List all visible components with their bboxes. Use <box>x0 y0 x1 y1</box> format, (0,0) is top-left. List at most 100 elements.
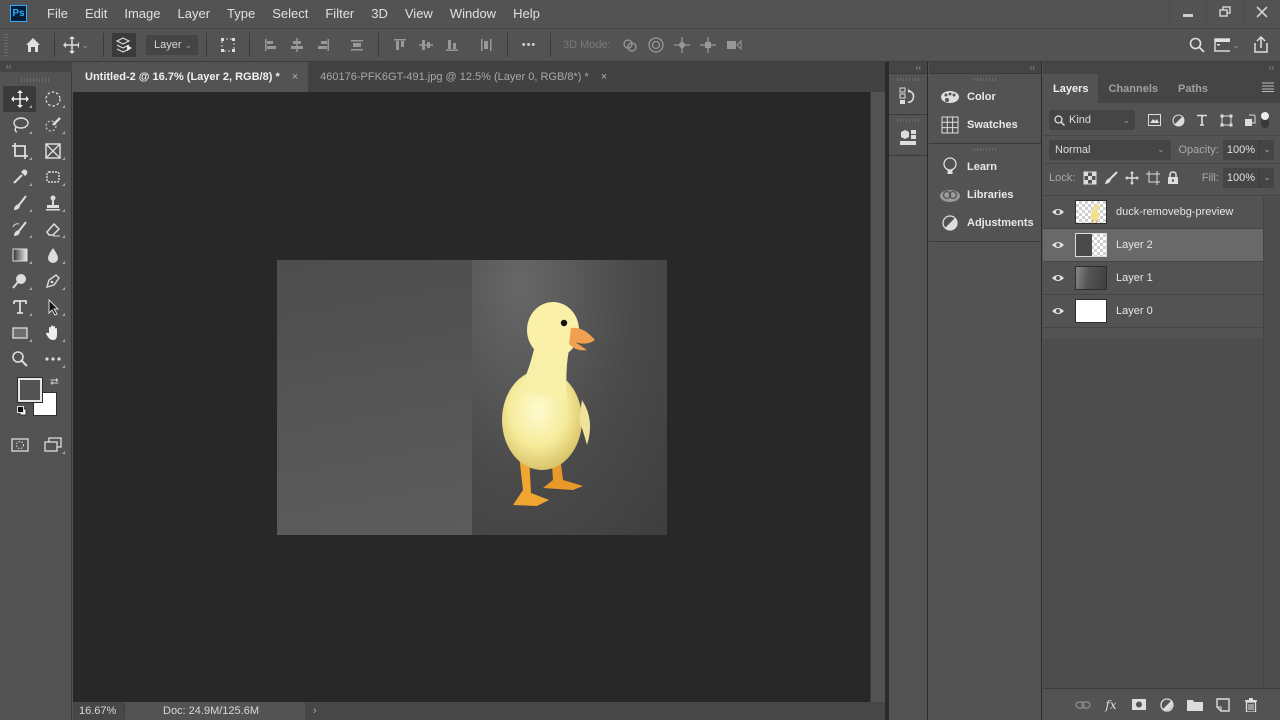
layers-list-empty-area[interactable] <box>1043 338 1263 688</box>
toolbar-grip[interactable] <box>20 78 51 82</box>
canvas-area[interactable] <box>73 92 870 702</box>
tab-paths[interactable]: Paths <box>1168 74 1218 103</box>
menu-help[interactable]: Help <box>513 6 540 21</box>
3d-orbit-button[interactable] <box>617 32 643 58</box>
edit-toolbar-button[interactable] <box>36 346 69 372</box>
layers-scrollbar[interactable] <box>1263 197 1280 717</box>
home-button[interactable] <box>20 32 46 58</box>
frame-tool[interactable] <box>36 138 69 164</box>
zoom-tool[interactable] <box>3 346 36 372</box>
minimize-button[interactable] <box>1169 0 1206 24</box>
swatches-panel-button[interactable]: Swatches <box>929 111 1041 139</box>
tab-460176-jpg[interactable]: 460176-PFK6GT-491.jpg @ 12.5% (Layer 0, … <box>308 62 617 92</box>
clone-stamp-tool[interactable] <box>36 190 69 216</box>
new-adjustment-layer-button[interactable] <box>1157 697 1177 712</box>
history-panel-button[interactable] <box>889 74 927 115</box>
tab-untitled-2[interactable]: Untitled-2 @ 16.7% (Layer 2, RGB/8) * × <box>73 62 309 92</box>
menu-image[interactable]: Image <box>124 6 160 21</box>
brush-tool[interactable] <box>3 190 36 216</box>
tab-layers[interactable]: Layers <box>1043 74 1099 103</box>
move-tool-preset-button[interactable]: ⌄ <box>63 32 89 58</box>
layer-row-layer-0[interactable]: Layer 0 <box>1043 295 1263 328</box>
eraser-tool[interactable] <box>36 216 69 242</box>
layer-style-button[interactable]: fx <box>1101 698 1121 712</box>
panel-collapse-button[interactable]: ›› <box>1043 62 1280 74</box>
lock-image-pixels-button[interactable] <box>1104 170 1119 185</box>
learn-panel-button[interactable]: Learn <box>929 153 1041 181</box>
options-bar-grip[interactable] <box>4 34 8 56</box>
toolbar-collapse-button[interactable]: ‹‹ <box>0 62 72 72</box>
menu-edit[interactable]: Edit <box>85 6 107 21</box>
menu-view[interactable]: View <box>405 6 433 21</box>
filter-type-layers-button[interactable] <box>1193 114 1211 127</box>
align-right-button[interactable] <box>310 32 336 58</box>
distribute-vertical-button[interactable] <box>344 32 370 58</box>
delete-layer-button[interactable] <box>1241 697 1261 712</box>
blend-mode-dropdown[interactable]: Normal ⌄ <box>1049 139 1171 160</box>
panel-menu-icon[interactable] <box>1262 82 1274 92</box>
lasso-tool[interactable] <box>3 112 36 138</box>
layer-row-layer-1[interactable]: Layer 1 <box>1043 262 1263 295</box>
align-bottom-button[interactable] <box>439 32 465 58</box>
pen-tool[interactable] <box>36 268 69 294</box>
quick-selection-tool[interactable] <box>36 112 69 138</box>
close-tab-icon[interactable]: × <box>601 71 607 83</box>
align-left-button[interactable] <box>258 32 284 58</box>
swap-colors-icon[interactable]: ⮂ <box>50 376 59 389</box>
more-options-button[interactable]: ••• <box>516 32 542 58</box>
status-menu-arrow[interactable]: › <box>305 705 317 717</box>
3d-roll-button[interactable] <box>643 32 669 58</box>
opacity-value[interactable]: 100% <box>1223 139 1260 160</box>
default-colors-icon[interactable] <box>17 406 27 416</box>
visibility-eye-icon[interactable] <box>1043 240 1073 250</box>
gradient-tool[interactable] <box>3 242 36 268</box>
search-button[interactable] <box>1184 32 1210 58</box>
zoom-level-field[interactable]: 16.67% <box>73 705 125 717</box>
lock-artboard-button[interactable] <box>1146 170 1161 185</box>
new-group-button[interactable] <box>1185 699 1205 711</box>
blur-tool[interactable] <box>36 242 69 268</box>
rectangle-tool[interactable] <box>3 320 36 346</box>
fill-value[interactable]: 100% <box>1223 167 1260 188</box>
screen-mode-button[interactable] <box>36 432 69 458</box>
share-button[interactable] <box>1248 32 1274 58</box>
dodge-tool[interactable] <box>3 268 36 294</box>
path-selection-tool[interactable] <box>36 294 69 320</box>
distribute-horizontal-button[interactable] <box>473 32 499 58</box>
menu-file[interactable]: File <box>47 6 68 21</box>
spot-healing-tool[interactable] <box>36 164 69 190</box>
quick-mask-button[interactable] <box>3 432 36 458</box>
libraries-panel-button[interactable]: Libraries <box>929 181 1041 209</box>
lock-transparent-pixels-button[interactable] <box>1083 171 1097 185</box>
show-transform-controls-button[interactable] <box>215 32 241 58</box>
color-panel-button[interactable]: Color <box>929 83 1041 111</box>
photoshop-logo[interactable]: Ps <box>10 5 27 22</box>
close-button[interactable] <box>1243 0 1280 24</box>
move-tool[interactable] <box>3 86 36 112</box>
filter-adjustment-layers-button[interactable] <box>1169 114 1187 127</box>
document-canvas[interactable] <box>277 260 667 535</box>
align-top-button[interactable] <box>387 32 413 58</box>
visibility-eye-icon[interactable] <box>1043 306 1073 316</box>
foreground-color-swatch[interactable] <box>17 377 43 403</box>
filter-pixel-layers-button[interactable] <box>1145 113 1163 127</box>
3d-scale-button[interactable] <box>721 32 747 58</box>
visibility-eye-icon[interactable] <box>1043 273 1073 283</box>
hand-tool[interactable] <box>36 320 69 346</box>
chevron-down-icon[interactable]: ⌄ <box>1260 172 1274 183</box>
workspace-button[interactable]: ⌄ <box>1214 32 1240 58</box>
filter-smart-objects-button[interactable] <box>1241 114 1259 127</box>
canvas-vertical-scrollbar[interactable] <box>870 92 885 702</box>
visibility-eye-icon[interactable] <box>1043 207 1073 217</box>
eyedropper-tool[interactable] <box>3 164 36 190</box>
tab-channels[interactable]: Channels <box>1098 74 1168 103</box>
add-mask-button[interactable] <box>1129 699 1149 710</box>
fill-field[interactable]: 100% ⌄ <box>1222 167 1274 188</box>
menu-3d[interactable]: 3D <box>371 6 388 21</box>
dock-collapse-button[interactable]: ‹‹ <box>889 62 927 74</box>
filter-shape-layers-button[interactable] <box>1217 114 1235 127</box>
close-tab-icon[interactable]: × <box>292 71 298 83</box>
align-vertical-center-button[interactable] <box>413 32 439 58</box>
menu-filter[interactable]: Filter <box>325 6 354 21</box>
type-tool[interactable] <box>3 294 36 320</box>
